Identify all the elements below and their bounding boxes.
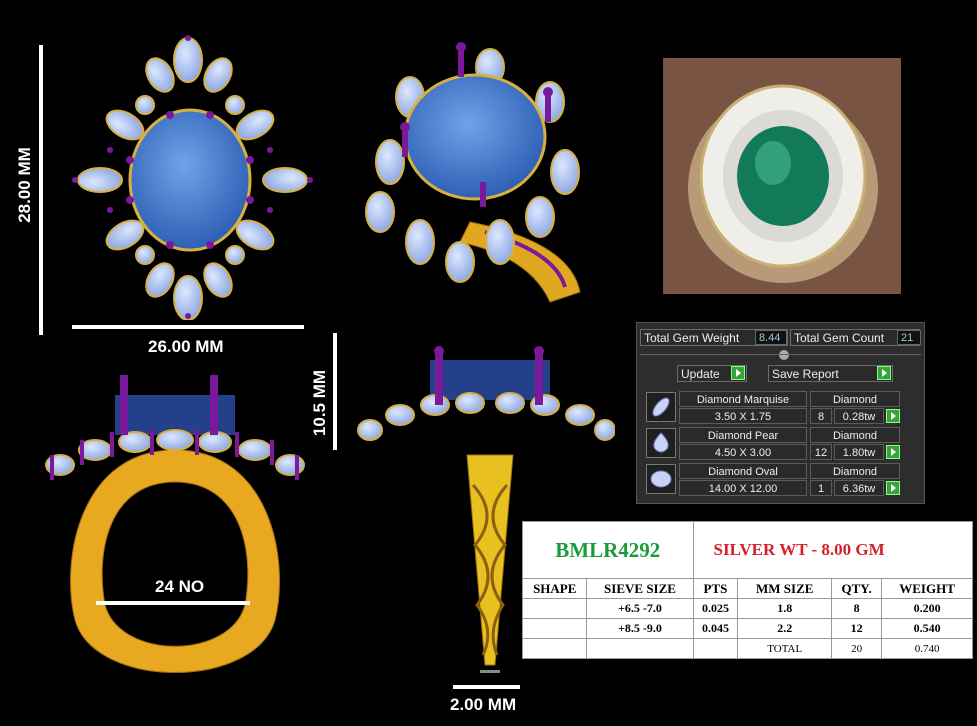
divider-handle[interactable] [779,350,789,360]
gem-qty: 12 [810,444,832,460]
gem-row-arrow-icon[interactable] [886,481,900,495]
spec-header-row: SHAPE SIEVE SIZE PTS MM SIZE QTY. WEIGHT [521,578,973,599]
product-code: BMLR4292 [522,521,694,579]
cell-pts [692,638,739,659]
gem-name: Diamond Marquise [679,391,807,407]
ring-photo [663,58,901,294]
gem-weight: 0.28tw [834,408,884,424]
cell-qty: 12 [831,618,883,639]
divider-line [640,354,921,355]
cell-sieve [586,638,694,659]
gem-report-panel: Total Gem Weight 8.44 Total Gem Count 21… [636,322,925,504]
total-count-value: 21 [897,330,921,345]
ring-side-view [45,375,305,673]
gem-row: Diamond Pear Diamond 4.50 X 3.00 12 1.80… [646,426,903,460]
spec-table: BMLR4292 SILVER WT - 8.00 GM SHAPE SIEVE… [521,521,974,659]
cell-sieve: +6.5 -7.0 [586,598,694,619]
gem-row-arrow-icon[interactable] [886,445,900,459]
gem-row: Diamond Oval Diamond 14.00 X 12.00 1 6.3… [646,462,903,496]
cell-sieve: +8.5 -9.0 [586,618,694,639]
height-dimension-label: 28.00 MM [15,147,34,223]
cell-pts: 0.045 [692,618,739,639]
save-report-label: Save Report [772,367,839,381]
cell-mm: 2.2 [737,618,833,639]
header-qty: QTY. [831,578,883,599]
cell-pts: 0.025 [692,598,739,619]
cell-weight: 0.540 [881,618,973,639]
update-arrow-icon[interactable] [731,366,745,380]
width-dimension-label: 26.00 MM [148,337,224,356]
gem-type: Diamond [810,427,900,443]
ring-size-dimension-line [96,601,250,605]
gem-size: 4.50 X 3.00 [679,444,807,460]
header-shape: SHAPE [521,578,588,599]
gem-name: Diamond Pear [679,427,807,443]
silver-weight: SILVER WT - 8.00 GM [692,521,974,579]
table-row: +6.5 -7.0 0.025 1.8 8 0.200 [521,598,973,619]
gem-size: 3.50 X 1.75 [679,408,807,424]
save-report-button[interactable]: Save Report [768,365,893,382]
spec-title-row: BMLR4292 SILVER WT - 8.00 GM [522,521,974,579]
shank-width-label: 2.00 MM [450,695,517,714]
cell-shape [521,618,588,639]
cell-total-qty: 20 [831,638,883,659]
gem-qty: 8 [810,408,832,424]
cell-qty: 8 [831,598,883,619]
gem-type: Diamond [810,463,900,479]
oval-gem-icon [646,464,676,494]
gem-size: 14.00 X 12.00 [679,480,807,496]
height-dimension-line [39,45,43,335]
cell-total-label: TOTAL [737,638,833,659]
header-sieve-size: SIEVE SIZE [586,578,694,599]
cell-shape [521,598,588,619]
pear-gem-icon [646,428,676,458]
gem-qty: 1 [810,480,832,496]
table-total-row: TOTAL 20 0.740 [521,638,973,659]
cell-shape [521,638,588,659]
shank-dimension-line [453,685,520,689]
header-mm-size: MM SIZE [737,578,833,599]
cell-mm: 1.8 [737,598,833,619]
total-weight-value: 8.44 [755,330,787,345]
depth-dimension-line [333,333,337,450]
gem-name: Diamond Oval [679,463,807,479]
ring-size-label: 24 NO [155,577,205,596]
marquise-gem-icon [646,392,676,422]
cell-total-weight: 0.740 [881,638,973,659]
width-dimension-line [72,325,304,329]
gem-weight: 1.80tw [834,444,884,460]
ring-front-view [72,35,313,320]
save-report-arrow-icon[interactable] [877,366,891,380]
ring-perspective-view [365,42,581,303]
gem-weight: 6.36tw [834,480,884,496]
update-button-label: Update [681,367,720,381]
depth-dimension-label: 10.5 MM [310,369,329,437]
table-row: +8.5 -9.0 0.045 2.2 12 0.540 [521,618,973,639]
header-weight: WEIGHT [881,578,973,599]
gem-row-arrow-icon[interactable] [886,409,900,423]
gem-type: Diamond [810,391,900,407]
header-pts: PTS [692,578,739,599]
gem-row: Diamond Marquise Diamond 3.50 X 1.75 8 0… [646,390,903,424]
cell-weight: 0.200 [881,598,973,619]
